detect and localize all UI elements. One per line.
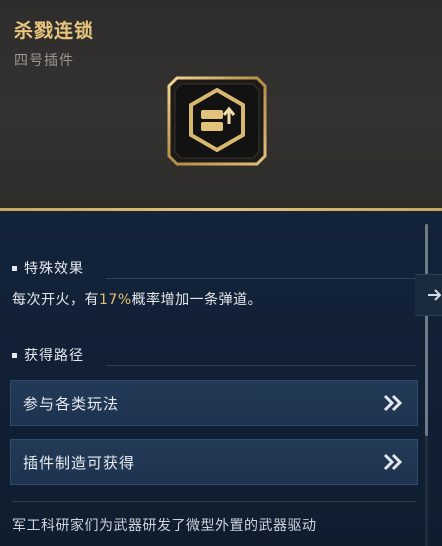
arrow-right-icon — [428, 289, 442, 301]
effect-text-prefix: 每次开火，有 — [12, 292, 99, 308]
route-label: 插件制造可获得 — [23, 453, 136, 472]
effect-description: 每次开火，有17%概率增加一条弹道。 — [12, 289, 262, 309]
item-lore-text: 军工科研家们为武器研发了微型外置的武器驱动 — [12, 518, 317, 534]
plugin-emblem-icon — [167, 76, 267, 166]
section-route-title: 获得路径 — [24, 348, 84, 364]
section-divider — [106, 365, 416, 366]
footer-divider — [12, 501, 416, 502]
route-label: 参与各类玩法 — [23, 394, 120, 413]
double-chevron-right-icon — [383, 394, 403, 412]
section-route-heading: 获得路径 — [12, 345, 84, 365]
section-divider — [106, 278, 416, 279]
section-effect-heading: 特殊效果 — [12, 258, 84, 278]
scrollbar-thumb[interactable] — [425, 224, 428, 436]
bullet-icon — [12, 352, 17, 358]
side-expand-button[interactable] — [415, 274, 442, 316]
route-row-crafting[interactable]: 插件制造可获得 — [10, 439, 418, 485]
bullet-icon — [12, 265, 17, 271]
effect-text-suffix: 概率增加一条弹道。 — [131, 292, 263, 308]
item-title: 杀戮连锁 — [14, 20, 95, 42]
effect-percentage: 17% — [99, 292, 132, 308]
double-chevron-right-icon — [383, 453, 403, 471]
item-subtitle: 四号插件 — [14, 53, 74, 69]
route-row-activities[interactable]: 参与各类玩法 — [10, 380, 418, 426]
section-effect-title: 特殊效果 — [24, 261, 84, 277]
